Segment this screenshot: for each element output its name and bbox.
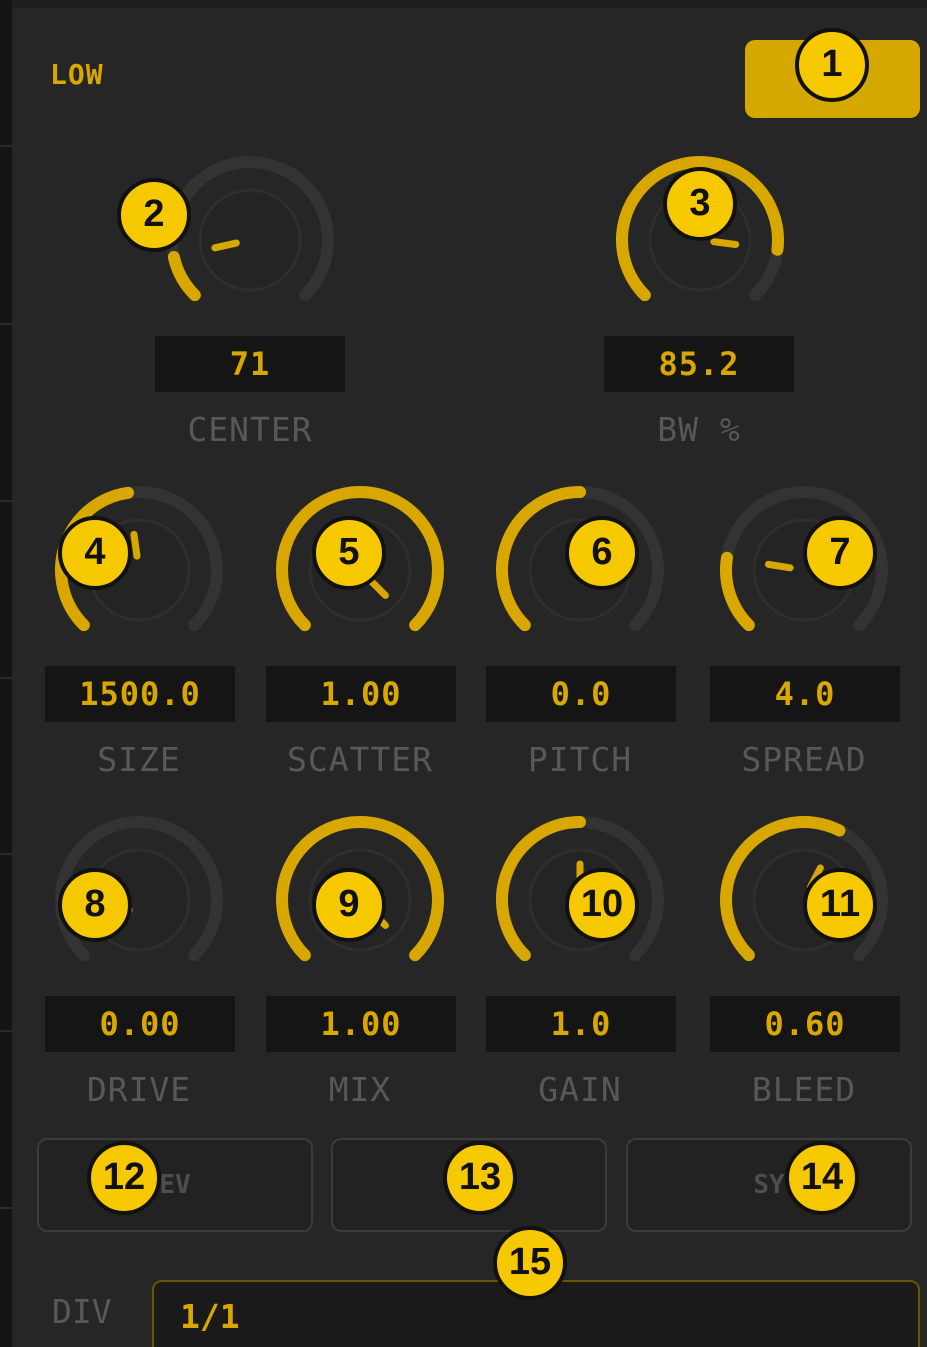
annotation-marker: 15 [493, 1226, 567, 1300]
param-label-bleed: BLEED [751, 1070, 857, 1109]
knob-value-arc [167, 251, 201, 302]
strip-divider [0, 1030, 12, 1032]
param-label-size: SIZE [97, 740, 181, 779]
annotation-marker: 4 [58, 516, 132, 590]
annotation-marker: 2 [117, 178, 191, 252]
value-field-bw[interactable]: 85.2 [604, 336, 794, 392]
annotation-marker: 8 [58, 868, 132, 942]
param-label-scatter: SCATTER [286, 740, 434, 779]
knob-pointer [211, 239, 240, 252]
param-label-pitch: PITCH [527, 740, 633, 779]
knob-pointer [764, 560, 794, 572]
param-label-bw: BW % [657, 410, 741, 449]
value-field-pitch[interactable]: 0.0 [486, 666, 676, 722]
knob-value-arc [720, 551, 755, 632]
annotation-marker: 6 [565, 516, 639, 590]
annotation-marker: 11 [803, 868, 877, 942]
strip-divider [0, 677, 12, 679]
left-edge-strip [0, 0, 12, 1347]
param-label-center: CENTER [187, 410, 313, 449]
strip-divider [0, 323, 12, 325]
knob-center[interactable] [160, 150, 340, 330]
value-field-drive[interactable]: 0.00 [45, 996, 235, 1052]
value-field-mix[interactable]: 1.00 [266, 996, 456, 1052]
strip-divider [0, 145, 12, 147]
param-label-mix: MIX [328, 1070, 392, 1109]
knob-body [198, 188, 302, 292]
knob-dial [166, 155, 334, 302]
value-field-center[interactable]: 71 [155, 336, 345, 392]
strip-divider [0, 853, 12, 855]
annotation-marker: 7 [803, 516, 877, 590]
annotation-marker: 10 [565, 868, 639, 942]
value-field-size[interactable]: 1500.0 [45, 666, 235, 722]
band-mode-label: LOW [50, 58, 104, 91]
annotation-marker: 5 [312, 516, 386, 590]
param-label-gain: GAIN [538, 1070, 622, 1109]
value-field-bleed[interactable]: 0.60 [710, 996, 900, 1052]
annotation-marker: 14 [785, 1141, 859, 1215]
value-field-spread[interactable]: 4.0 [710, 666, 900, 722]
knob-pointer [710, 238, 740, 249]
knob-pointer [130, 530, 141, 560]
division-label: DIV [52, 1292, 112, 1331]
annotation-marker: 9 [312, 868, 386, 942]
annotation-marker: 3 [663, 167, 737, 241]
reverse-toggle-button[interactable]: EV [37, 1138, 313, 1232]
value-field-gain[interactable]: 1.0 [486, 996, 676, 1052]
sync-toggle-button[interactable]: SY [626, 1138, 912, 1232]
param-label-drive: DRIVE [86, 1070, 192, 1109]
annotation-marker: 12 [87, 1141, 161, 1215]
strip-divider [0, 1207, 12, 1209]
annotation-marker: 13 [443, 1141, 517, 1215]
strip-divider [0, 500, 12, 502]
annotation-marker: 1 [795, 28, 869, 102]
param-label-spread: SPREAD [741, 740, 867, 779]
value-field-scatter[interactable]: 1.00 [266, 666, 456, 722]
